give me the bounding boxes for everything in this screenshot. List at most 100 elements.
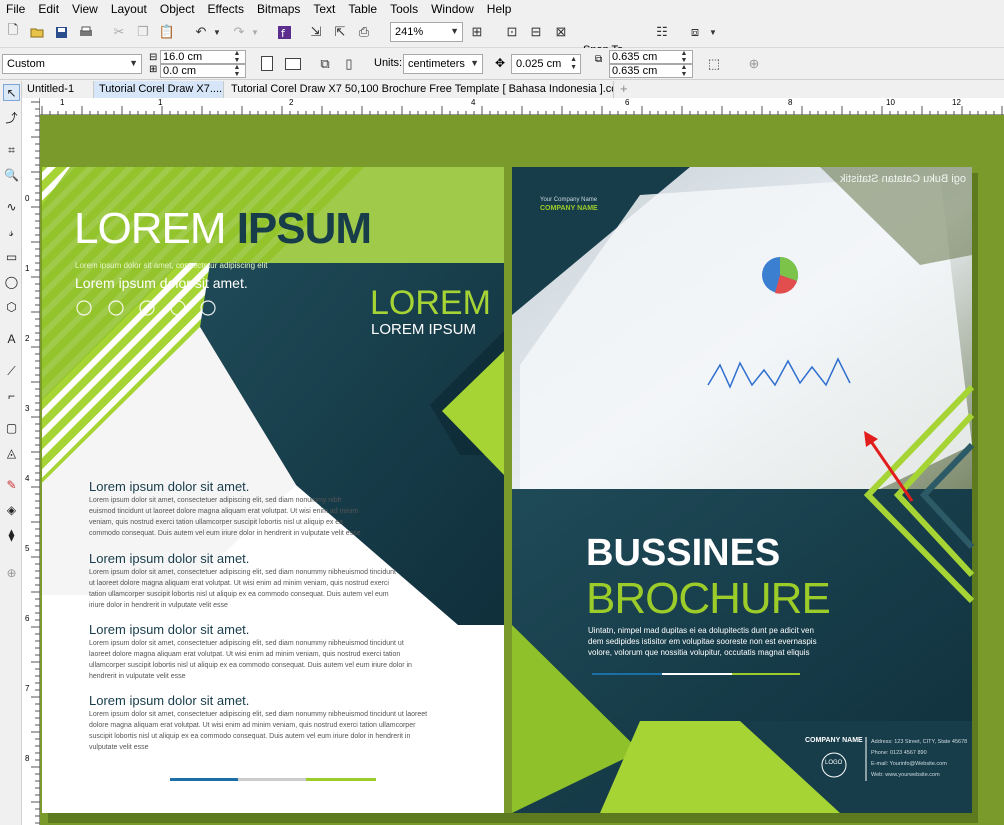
width-icon: ⊟	[149, 52, 158, 63]
pick-tool-icon[interactable]: ↖	[3, 84, 20, 101]
photo-watermark: ogi Buku Catatan Statistik	[840, 173, 966, 185]
menu-tools[interactable]: Tools	[384, 0, 425, 18]
ruler-label: 1	[25, 264, 30, 273]
current-page-icon[interactable]: ▯	[340, 55, 358, 73]
text-section: Lorem ipsum dolor sit amet. Lorem ipsum d…	[89, 622, 489, 682]
redo-dropdown-icon[interactable]: ▼	[246, 23, 264, 41]
vertical-ruler[interactable]: 0 1 2 3 4 5 6 7 8	[22, 98, 40, 825]
full-screen-preview-icon[interactable]: ⊞	[468, 23, 486, 41]
size-spinner[interactable]: ▲ ▼ ▲ ▼	[228, 50, 246, 78]
new-document-icon[interactable]: 🗋	[4, 22, 22, 41]
section-body-line: hendrerit in vulputate velit esse	[89, 673, 186, 680]
export-icon[interactable]: ⇱	[331, 23, 349, 41]
portrait-icon[interactable]	[261, 56, 273, 71]
polygon-tool-icon[interactable]: ⬡	[3, 299, 20, 316]
all-pages-icon[interactable]: ⧉	[316, 55, 334, 73]
ruler-label: 6	[25, 614, 30, 623]
treat-as-filled-icon[interactable]: ⬚	[705, 55, 723, 73]
tab-untitled-1[interactable]: Untitled-1	[22, 81, 94, 98]
add-tool-icon[interactable]: ⊕	[3, 565, 20, 582]
section-heading: Lorem ipsum dolor sit amet.	[89, 551, 250, 566]
drawing-canvas[interactable]: LOREM IPSUM Lorem ipsum dolor sit amet, …	[40, 115, 1004, 825]
menu-window[interactable]: Window	[425, 0, 481, 18]
section-body-line: euismod tincidunt ut laoreet dolore magn…	[89, 508, 359, 515]
tab-tutorial-short[interactable]: Tutorial Corel Draw X7....	[94, 81, 224, 98]
menu-text[interactable]: Text	[307, 0, 342, 18]
ruler-label: 10	[886, 98, 895, 107]
connector-tool-icon[interactable]: ⌐	[3, 388, 20, 405]
page-preset-select[interactable]: Custom ▼	[2, 54, 142, 74]
paste-icon[interactable]: 📋	[158, 23, 176, 41]
eyedropper-icon[interactable]: ✎	[3, 477, 20, 494]
zoom-level-value: 241%	[395, 26, 424, 38]
crop-tool-icon[interactable]: ⌗	[3, 142, 20, 159]
menu-effects[interactable]: Effects	[202, 0, 251, 18]
save-icon[interactable]	[52, 23, 70, 41]
section-body-line: dolore magna aliquam erat volutpat. Ut w…	[89, 722, 416, 729]
page-height-value: 0.0 cm	[163, 65, 197, 77]
zoom-tool-icon[interactable]: 🔍	[3, 167, 20, 184]
menu-file[interactable]: File	[0, 0, 32, 18]
units-select[interactable]: centimeters ▼	[403, 54, 483, 74]
chevron-down-icon: ▼	[450, 26, 459, 36]
artistic-media-icon[interactable]: 𝓈	[3, 224, 20, 241]
menu-layout[interactable]: Layout	[105, 0, 154, 18]
section-body-line: commodo consequat. Duis autem vel eum ir…	[89, 530, 361, 537]
shape-tool-icon[interactable]: ⤴	[3, 110, 20, 127]
interactive-fill-icon[interactable]: ◈	[3, 502, 20, 519]
nudge-distance-input[interactable]: 0.025 cm ▲ ▼	[511, 54, 581, 74]
ruler-label: 12	[952, 98, 961, 107]
copy-icon[interactable]: ❐	[134, 23, 152, 41]
landscape-icon[interactable]	[285, 58, 301, 70]
section-body-line: tation ullamcorper suscipit lobortis nis…	[89, 591, 389, 598]
freehand-tool-icon[interactable]: ∿	[3, 199, 20, 216]
add-tab-icon[interactable]: +	[620, 81, 628, 96]
horizontal-ruler[interactable]: 1 1 2 4 6 8 10 12	[40, 98, 1004, 115]
section-body-line: Lorem ipsum dolor sit amet, consectetuer…	[89, 711, 428, 718]
application-launcher-icon[interactable]: ⧈	[686, 23, 704, 41]
ruler-label: 8	[25, 754, 30, 763]
right-title-brochure: BROCHURE	[586, 574, 831, 623]
left-mid-subtitle: LOREM IPSUM	[371, 321, 477, 338]
nudge-spinner[interactable]: ▲ ▼	[570, 56, 577, 72]
add-preset-icon[interactable]: ⊕	[745, 55, 763, 73]
transparency-tool-icon[interactable]: ◬	[3, 445, 20, 462]
publish-pdf-icon[interactable]: ⎙	[355, 23, 373, 41]
parallel-dimension-icon[interactable]: ⟋	[3, 363, 20, 380]
tab-tutorial-brochure[interactable]: Tutorial Corel Draw X7 50,100 Brochure F…	[226, 81, 614, 98]
open-folder-icon[interactable]	[28, 23, 46, 41]
ruler-label: 1	[60, 98, 65, 107]
text-tool-icon[interactable]: A	[3, 331, 20, 348]
rectangle-tool-icon[interactable]: ▭	[3, 249, 20, 266]
ruler-label: 2	[25, 334, 30, 343]
menu-bitmaps[interactable]: Bitmaps	[251, 0, 307, 18]
menu-table[interactable]: Table	[342, 0, 384, 18]
drop-shadow-icon[interactable]: ▢	[3, 420, 20, 437]
menu-edit[interactable]: Edit	[32, 0, 66, 18]
show-rulers-icon[interactable]: ⊡	[503, 23, 521, 41]
zoom-level-select[interactable]: 241% ▼	[390, 22, 463, 42]
options-icon[interactable]: ☷	[653, 23, 671, 41]
right-description: Uintatn, nimpel mad dupitas ei ea dolupi…	[588, 625, 817, 658]
launcher-dropdown-icon[interactable]: ▼	[704, 23, 722, 41]
ellipse-tool-icon[interactable]: ◯	[3, 274, 20, 291]
section-body-line: suscipit lobortis nisl ut aliquip ex ea …	[89, 733, 411, 740]
show-grid-icon[interactable]: ⊟	[527, 23, 545, 41]
search-content-icon[interactable]: f	[275, 23, 293, 41]
show-guidelines-icon[interactable]: ⊠	[552, 23, 570, 41]
nudge-icon: ✥	[495, 56, 506, 70]
duplicate-spinner[interactable]: ▲ ▼ ▲ ▼	[675, 50, 693, 78]
menu-view[interactable]: View	[66, 0, 105, 18]
left-subtitle: Lorem ipsum dolor sit amet.	[75, 275, 248, 291]
menu-help[interactable]: Help	[481, 0, 519, 18]
section-heading: Lorem ipsum dolor sit amet.	[89, 479, 250, 494]
undo-dropdown-icon[interactable]: ▼	[208, 23, 226, 41]
smart-fill-icon[interactable]: ⧫	[3, 527, 20, 544]
footer-company-name: COMPANY NAME	[805, 737, 863, 744]
right-title-bussines: BUSSINES	[586, 532, 781, 574]
chevron-down-icon: ▼	[129, 58, 138, 68]
print-icon[interactable]	[77, 23, 95, 41]
menu-object[interactable]: Object	[154, 0, 202, 18]
cut-icon[interactable]: ✂	[110, 23, 128, 41]
import-icon[interactable]: ⇲	[307, 23, 325, 41]
